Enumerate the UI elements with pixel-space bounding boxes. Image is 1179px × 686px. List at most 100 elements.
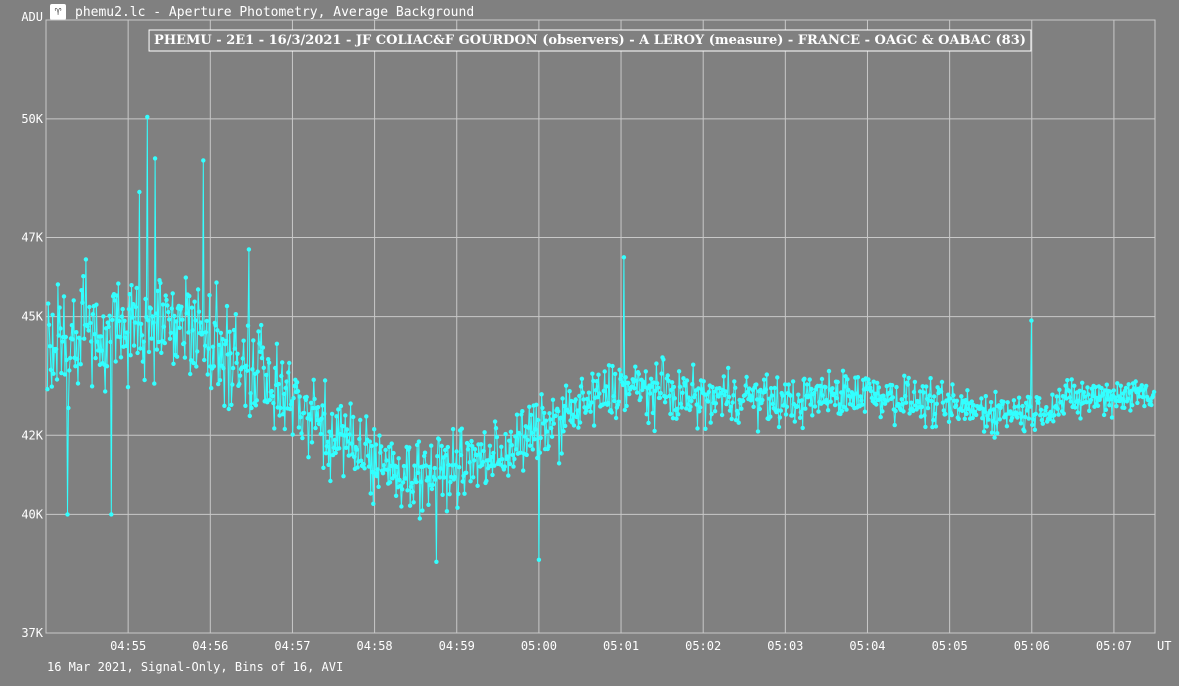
data-point bbox=[333, 450, 338, 456]
data-point bbox=[295, 389, 301, 394]
data-point bbox=[1087, 408, 1092, 413]
data-point bbox=[286, 370, 291, 375]
data-point bbox=[579, 376, 585, 381]
data-point bbox=[684, 378, 690, 383]
data-point bbox=[927, 393, 932, 398]
data-point bbox=[825, 408, 831, 413]
data-point bbox=[487, 443, 493, 448]
data-point bbox=[79, 288, 84, 293]
data-point bbox=[816, 409, 821, 414]
data-point bbox=[412, 463, 417, 468]
data-point bbox=[1078, 416, 1083, 421]
data-point bbox=[340, 424, 345, 429]
data-point bbox=[105, 320, 111, 325]
data-point bbox=[50, 312, 55, 317]
x-tick-label: 05:05 bbox=[932, 639, 968, 653]
data-point bbox=[308, 400, 314, 405]
data-point bbox=[503, 431, 508, 437]
data-point bbox=[1103, 407, 1109, 412]
data-point bbox=[740, 398, 746, 404]
data-point bbox=[784, 404, 790, 409]
series-line bbox=[46, 116, 1155, 562]
data-point bbox=[1004, 424, 1010, 429]
data-point bbox=[1030, 417, 1036, 422]
data-point bbox=[706, 389, 712, 395]
data-point bbox=[282, 426, 287, 432]
data-point bbox=[373, 442, 379, 447]
data-point bbox=[88, 320, 93, 326]
data-point bbox=[146, 349, 152, 355]
data-point bbox=[232, 346, 238, 351]
data-point bbox=[108, 339, 113, 345]
data-point bbox=[129, 283, 134, 288]
data-point bbox=[589, 400, 594, 405]
data-point bbox=[964, 411, 969, 416]
data-point bbox=[674, 416, 679, 421]
data-point bbox=[60, 339, 65, 344]
data-point bbox=[429, 486, 435, 492]
data-point bbox=[648, 391, 653, 396]
data-point bbox=[1030, 422, 1035, 428]
data-point bbox=[120, 306, 125, 312]
data-point bbox=[792, 419, 797, 424]
data-point bbox=[840, 368, 846, 373]
data-point bbox=[858, 394, 863, 399]
data-point bbox=[341, 474, 346, 479]
data-point bbox=[933, 424, 939, 429]
series-points bbox=[45, 114, 1157, 564]
data-point bbox=[351, 454, 357, 459]
data-point bbox=[719, 412, 725, 418]
data-point bbox=[1020, 403, 1025, 409]
data-point bbox=[1038, 407, 1044, 412]
data-point bbox=[426, 502, 431, 507]
data-point bbox=[1056, 412, 1061, 417]
data-point bbox=[1088, 397, 1094, 403]
data-point bbox=[951, 393, 956, 398]
data-point bbox=[475, 483, 480, 488]
data-point bbox=[78, 362, 83, 367]
data-point bbox=[123, 335, 128, 340]
x-tick-label: 04:56 bbox=[192, 639, 228, 653]
data-point bbox=[1101, 412, 1107, 418]
data-point bbox=[158, 280, 163, 286]
data-point bbox=[290, 432, 295, 437]
data-point bbox=[122, 318, 127, 323]
data-point bbox=[300, 435, 305, 441]
data-point bbox=[1119, 396, 1124, 402]
data-point bbox=[253, 403, 259, 408]
data-point bbox=[464, 470, 469, 475]
data-point bbox=[117, 334, 123, 340]
data-point bbox=[227, 329, 232, 334]
data-point bbox=[859, 398, 864, 403]
data-point bbox=[299, 431, 304, 436]
data-point bbox=[371, 501, 376, 506]
data-point bbox=[648, 376, 654, 381]
data-point bbox=[804, 382, 810, 387]
data-point bbox=[1073, 405, 1078, 410]
data-point bbox=[103, 389, 108, 394]
data-point bbox=[862, 409, 868, 414]
data-point bbox=[322, 378, 328, 383]
data-point bbox=[87, 304, 92, 310]
data-point bbox=[347, 432, 352, 437]
data-point bbox=[994, 420, 999, 425]
lightcurve-chart: 37K 40K 42K 45K 47K 50K ADU 04:55 04:56 04:57 04:5… bbox=[21, 10, 1171, 653]
data-point bbox=[458, 452, 464, 458]
data-point bbox=[1023, 400, 1029, 406]
data-point bbox=[780, 393, 785, 398]
data-point bbox=[384, 458, 389, 463]
data-point bbox=[963, 398, 968, 403]
data-point bbox=[839, 390, 844, 395]
data-point bbox=[610, 363, 615, 369]
data-point bbox=[668, 411, 673, 417]
data-point bbox=[798, 410, 804, 415]
data-point bbox=[142, 377, 147, 383]
data-point bbox=[130, 315, 135, 320]
data-point bbox=[245, 323, 251, 328]
data-point bbox=[491, 450, 496, 456]
data-point bbox=[215, 328, 220, 333]
data-point bbox=[159, 350, 164, 355]
data-point bbox=[456, 491, 461, 497]
data-point bbox=[454, 449, 459, 454]
data-point bbox=[658, 390, 663, 396]
